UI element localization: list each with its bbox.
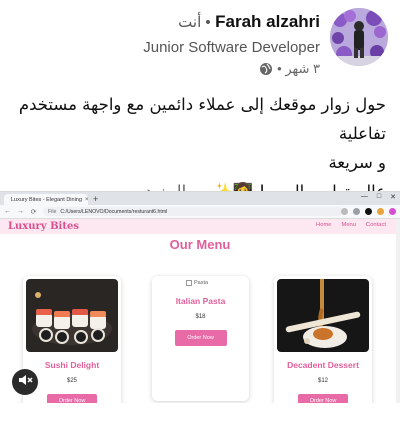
post-text-line: حول زوار موقعك إلى عملاء دائمين مع واجهة… [18,95,386,143]
order-now-button[interactable]: Order Now [174,330,227,346]
extension-icons [341,208,396,215]
site-logo[interactable]: Luxury Bites [8,221,79,232]
dish-price: $18 [195,314,206,320]
url-input[interactable]: File C:/Users/LENOVO/Documents/resturant… [43,207,343,216]
nav-menu-link[interactable]: Menu [342,222,357,228]
post-footer-space [0,403,400,423]
address-bar-row: ← → ⟳ File C:/Users/LENOVO/Documents/res… [0,205,400,219]
site-menu: Home Menu Contact [316,222,386,228]
post-time[interactable]: ٣ شهر • [277,61,320,77]
dish-name: Italian Pasta [175,296,226,306]
nav-home-link[interactable]: Home [316,222,331,228]
website-page: Luxury Bites Home Menu Contact Our Menu [0,219,400,403]
url-scheme: File [48,208,57,215]
extension-icon[interactable] [377,208,384,215]
broken-image-icon [186,280,192,286]
menu-card-dessert: Decadent Dessert $12 Order Now [274,276,372,403]
forward-icon[interactable]: → [17,208,24,215]
back-icon[interactable]: ← [4,208,11,215]
reload-icon[interactable]: ⟳ [30,208,37,216]
browser-tab-bar: Luxury Bites - Elegant Dining × + — □ ✕ [0,192,400,205]
author-relation: • أنت [178,14,211,31]
order-now-button[interactable]: Order Now [47,394,97,403]
sushi-image [26,279,118,352]
window-controls: — □ ✕ [361,193,396,201]
speaker-muted-icon [17,372,33,393]
author-line: Farah alzahri • أنت [178,12,320,32]
browser-tab[interactable]: Luxury Bites - Elegant Dining × [4,194,88,205]
close-window-icon[interactable]: ✕ [390,193,396,201]
page-scrollbar[interactable] [396,219,400,403]
url-text: C:/Users/LENOVO/Documents/resturant6.htm… [60,208,168,215]
new-tab-button[interactable]: + [93,194,98,205]
post-meta: ٣ شهر • [259,61,320,77]
order-now-button[interactable]: Order Now [298,394,348,403]
menu-card-pasta: Pasta Italian Pasta $18 Order Now [152,276,249,401]
pasta-image: Pasta [186,280,208,286]
author-name[interactable]: Farah alzahri [215,12,320,31]
menu-heading: Our Menu [169,237,231,252]
nav-contact-link[interactable]: Contact [366,222,386,228]
minimize-icon[interactable]: — [361,193,368,201]
avatar[interactable] [330,8,388,66]
dish-name: Decadent Dessert [287,360,359,370]
maximize-icon[interactable]: □ [377,193,381,201]
site-navbar: Luxury Bites Home Menu Contact [0,219,400,234]
post-text: حول زوار موقعك إلى عملاء دائمين مع واجهة… [10,90,386,206]
dish-name: Sushi Delight [44,360,100,370]
star-icon[interactable] [341,208,348,215]
author-title: Junior Software Developer [143,39,320,56]
globe-icon [259,62,273,76]
dessert-image [277,279,369,352]
post-header: Farah alzahri • أنت Junior Software Deve… [0,8,400,82]
post-text-line: و سريعة [328,153,386,172]
tab-close-icon[interactable]: × [85,197,89,203]
extension-icon[interactable] [353,208,360,215]
mute-button[interactable] [12,369,38,395]
extension-icon[interactable] [389,208,396,215]
profile-icon[interactable] [365,208,372,215]
image-alt-text: Pasta [194,280,209,286]
dish-price: $12 [317,378,328,384]
tab-title: Luxury Bites - Elegant Dining [11,196,82,203]
post-media-screenshot[interactable]: Luxury Bites - Elegant Dining × + — □ ✕ … [0,191,400,403]
